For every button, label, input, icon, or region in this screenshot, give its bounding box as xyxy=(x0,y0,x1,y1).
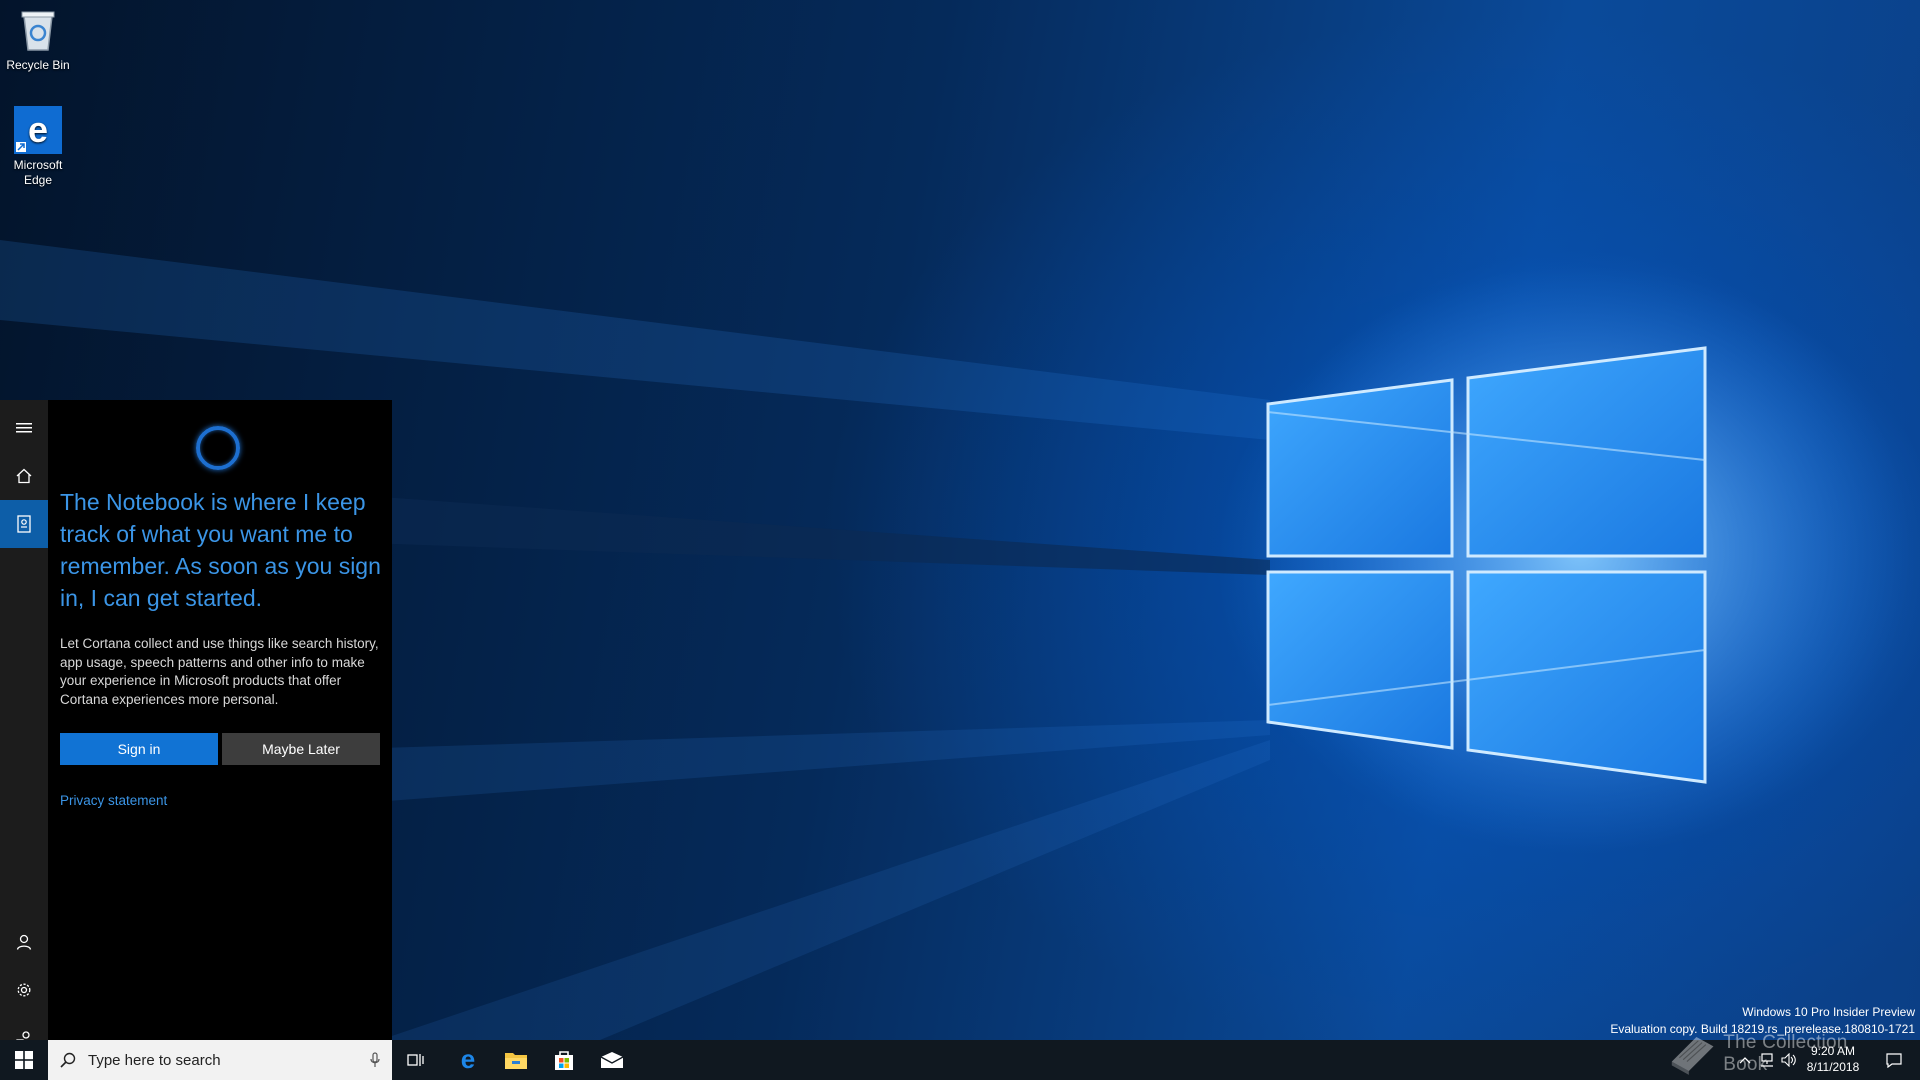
cortana-content: The Notebook is where I keep track of wh… xyxy=(48,400,392,1040)
search-icon xyxy=(48,1052,88,1068)
desktop-icon-recycle-bin[interactable]: Recycle Bin xyxy=(0,6,76,73)
book-logo-icon xyxy=(1671,1036,1714,1075)
svg-text:e: e xyxy=(461,1048,475,1072)
maybe-later-button[interactable]: Maybe Later xyxy=(222,733,380,765)
taskbar-file-explorer-button[interactable] xyxy=(494,1040,538,1080)
windows-logo-icon xyxy=(15,1051,33,1069)
brand-text: The Collection Book xyxy=(1723,1032,1848,1075)
hamburger-menu-icon xyxy=(16,423,32,433)
cortana-ring-icon xyxy=(196,426,240,470)
microphone-icon[interactable] xyxy=(358,1052,392,1068)
privacy-statement-link[interactable]: Privacy statement xyxy=(60,793,167,808)
file-explorer-icon xyxy=(505,1053,527,1069)
taskbar: Type here to search e 9:20 AM 8/11/2018 xyxy=(0,1040,1920,1080)
settings-button[interactable] xyxy=(0,966,48,1014)
home-button[interactable] xyxy=(0,452,48,500)
cortana-nav-rail xyxy=(0,400,48,1045)
taskbar-mail-button[interactable] xyxy=(590,1040,634,1080)
brand-watermark: The Collection Book xyxy=(1668,1030,1888,1078)
menu-button[interactable] xyxy=(0,404,48,452)
sign-in-button[interactable]: Sign in xyxy=(60,733,218,765)
desktop-icon-label: Microsoft Edge xyxy=(13,158,63,187)
task-view-icon xyxy=(407,1054,424,1066)
notification-icon xyxy=(1886,1053,1902,1068)
taskbar-store-button[interactable] xyxy=(542,1040,586,1080)
account-button[interactable] xyxy=(0,918,48,966)
desktop-icon-label: Recycle Bin xyxy=(6,58,70,72)
taskbar-edge-button[interactable]: e xyxy=(446,1040,490,1080)
notebook-button[interactable] xyxy=(0,500,48,548)
watermark-line-1: Windows 10 Pro Insider Preview xyxy=(1742,1005,1915,1019)
home-icon xyxy=(16,468,32,484)
mail-icon xyxy=(600,1052,624,1068)
cortana-consent-text: Let Cortana collect and use things like … xyxy=(60,636,379,707)
start-button[interactable] xyxy=(0,1040,48,1080)
recycle-bin-icon xyxy=(14,6,62,54)
notebook-icon xyxy=(17,515,31,533)
desktop-icon-microsoft-edge[interactable]: e Microsoft Edge xyxy=(0,106,76,188)
account-icon xyxy=(16,934,32,950)
svg-text:e: e xyxy=(28,109,48,150)
task-view-button[interactable] xyxy=(396,1040,436,1080)
taskbar-search-box[interactable]: Type here to search xyxy=(48,1040,392,1080)
cortana-panel: The Notebook is where I keep track of wh… xyxy=(0,400,392,1045)
notebook-headline: The Notebook is where I keep track of wh… xyxy=(60,489,381,611)
gear-icon xyxy=(17,983,31,997)
edge-icon: e xyxy=(461,1048,475,1072)
search-placeholder: Type here to search xyxy=(88,1051,221,1069)
store-icon xyxy=(555,1051,573,1070)
edge-icon: e xyxy=(14,106,62,154)
